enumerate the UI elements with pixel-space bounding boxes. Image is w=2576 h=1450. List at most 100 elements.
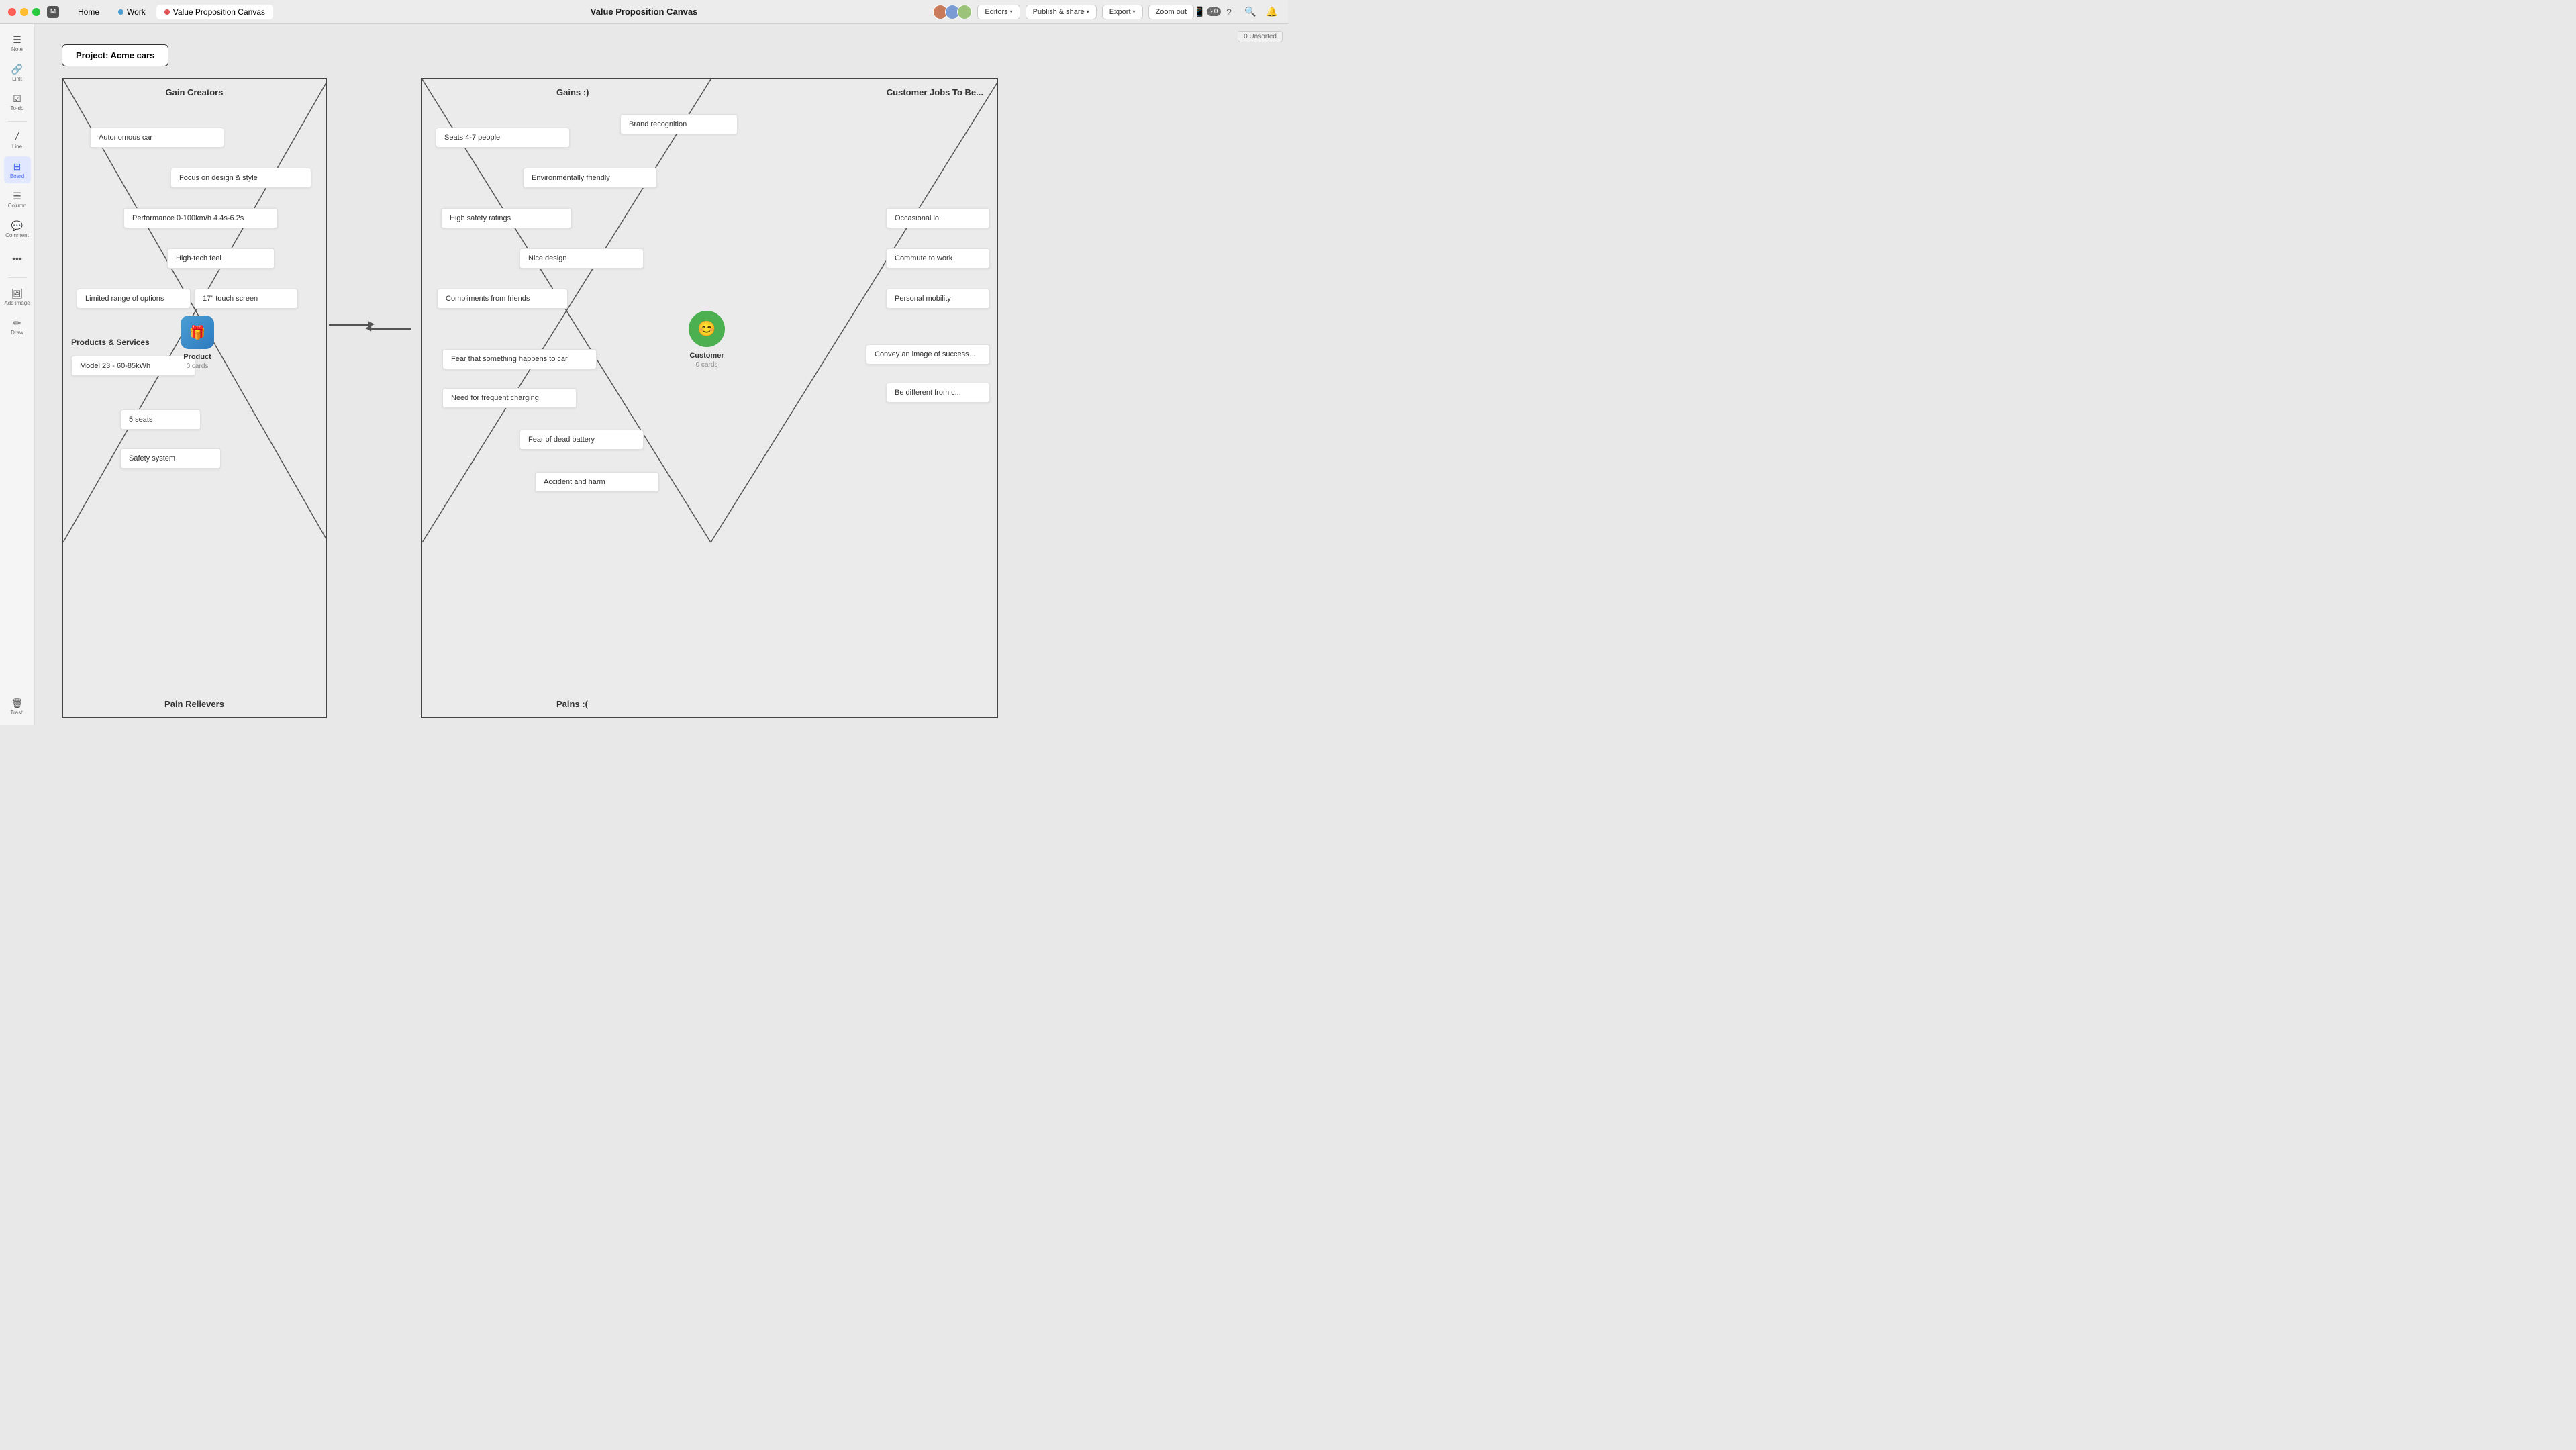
customer-icon-label: Customer [674, 352, 740, 360]
trash-icon: 🗑 [11, 697, 23, 709]
link-icon: 🔗 [11, 64, 23, 75]
tab-canvas[interactable]: Value Proposition Canvas [156, 5, 273, 19]
sidebar-item-todo[interactable]: ☑ To-do [4, 89, 31, 115]
sidebar-bottom: 🗑 Trash [4, 693, 31, 720]
card-env-friendly[interactable]: Environmentally friendly [523, 168, 657, 188]
card-limited-range[interactable]: Limited range of options [77, 289, 191, 309]
sidebar-item-comment[interactable]: 💬 Comment [4, 215, 31, 242]
sidebar-item-draw[interactable]: ✏ Draw [4, 313, 31, 340]
product-icon-label: Product [167, 353, 228, 361]
sidebar-item-line[interactable]: / Line [4, 127, 31, 154]
canvas-tab-label: Value Proposition Canvas [173, 7, 265, 17]
card-convey-image[interactable]: Convey an image of success... [866, 344, 990, 365]
card-personal-mobility[interactable]: Personal mobility [886, 289, 990, 309]
draw-icon: ✏ [13, 318, 21, 329]
publish-chevron-icon: ▾ [1087, 9, 1089, 15]
card-nice-design[interactable]: Nice design [519, 248, 644, 269]
canvas-area[interactable]: Project: Acme cars 0 Unsorted Gain Creat… [35, 24, 1288, 725]
line-icon: / [15, 131, 18, 143]
sidebar-item-board[interactable]: ⊞ Board [4, 156, 31, 183]
sidebar-separator-1 [8, 121, 27, 122]
work-tab-label: Work [127, 7, 146, 17]
window-controls [8, 8, 40, 16]
sidebar-item-trash[interactable]: 🗑 Trash [4, 693, 31, 720]
unsorted-badge[interactable]: 0 Unsorted [1238, 31, 1283, 42]
card-dead-battery[interactable]: Fear of dead battery [519, 430, 644, 450]
sidebar-item-column[interactable]: ☰ Column [4, 186, 31, 213]
project-label[interactable]: Project: Acme cars [62, 44, 168, 66]
card-fear-something[interactable]: Fear that something happens to car [442, 349, 597, 369]
products-services-label: Products & Services [71, 338, 150, 347]
app-icon: M [47, 6, 59, 18]
search-icon[interactable]: 🔍 [1242, 4, 1258, 20]
card-autonomous-car[interactable]: Autonomous car [90, 128, 224, 148]
add-image-icon: 🖼 [11, 288, 23, 299]
arrow-right: ▶ [329, 324, 369, 326]
sidebar: ☰ Note 🔗 Link ☑ To-do / Line ⊞ Board ☰ C… [0, 24, 35, 725]
sidebar-separator-2 [8, 277, 27, 278]
sidebar-item-note[interactable]: ☰ Note [4, 30, 31, 56]
customer-icon[interactable]: 😊 [689, 311, 725, 347]
arrow-left-head: ◀ [365, 323, 371, 332]
page-title: Value Proposition Canvas [591, 7, 698, 17]
export-chevron-icon: ▾ [1133, 9, 1136, 15]
sidebar-item-more[interactable]: ••• [4, 245, 31, 272]
card-compliments[interactable]: Compliments from friends [437, 289, 568, 309]
work-tab-dot [118, 9, 123, 15]
card-frequent-charging[interactable]: Need for frequent charging [442, 388, 577, 408]
note-icon: ☰ [13, 34, 21, 46]
card-high-safety[interactable]: High safety ratings [441, 208, 572, 228]
customer-icon-count: 0 cards [674, 361, 740, 369]
product-icon[interactable]: 🎁 [181, 316, 214, 349]
customer-icon-symbol: 😊 [697, 320, 715, 338]
card-commute[interactable]: Commute to work [886, 248, 990, 269]
pains-label: Pains :( [556, 699, 588, 709]
main-layout: ☰ Note 🔗 Link ☑ To-do / Line ⊞ Board ☰ C… [0, 24, 1288, 725]
gains-label: Gains :) [556, 87, 589, 97]
todo-icon: ☑ [13, 93, 21, 105]
card-focus-design[interactable]: Focus on design & style [170, 168, 311, 188]
card-accident-harm[interactable]: Accident and harm [535, 472, 659, 492]
customer-jobs-label: Customer Jobs To Be... [887, 87, 983, 97]
home-tab-label: Home [78, 7, 99, 17]
card-occasional[interactable]: Occasional lo... [886, 208, 990, 228]
titlebar: M Home Work Value Proposition Canvas Val… [0, 0, 1288, 24]
publish-share-button[interactable]: Publish & share ▾ [1026, 5, 1097, 19]
board-icon: ⊞ [13, 161, 21, 173]
comment-icon: 💬 [11, 220, 23, 232]
customer-box: Gains :) Pains :( Customer Jobs To Be...… [421, 78, 998, 718]
product-icon-count: 0 cards [167, 362, 228, 370]
close-window-button[interactable] [8, 8, 16, 16]
editors-chevron-icon: ▾ [1010, 9, 1013, 15]
pain-relievers-label: Pain Relievers [128, 699, 262, 709]
card-touch-screen[interactable]: 17" touch screen [194, 289, 298, 309]
more-icon: ••• [12, 253, 22, 264]
canvas-container: Gain Creators Pain Relievers Products & … [62, 78, 1283, 718]
card-seats-4-7[interactable]: Seats 4-7 people [436, 128, 570, 148]
product-icon-symbol: 🎁 [189, 324, 206, 341]
editors-button[interactable]: Editors ▾ [977, 5, 1020, 19]
card-brand-recognition[interactable]: Brand recognition [620, 114, 738, 134]
sidebar-item-add-image[interactable]: 🖼 Add image [4, 283, 31, 310]
export-button[interactable]: Export ▾ [1102, 5, 1143, 19]
maximize-window-button[interactable] [32, 8, 40, 16]
toolbar-right: Editors ▾ Publish & share ▾ Export ▾ Zoo… [936, 4, 1280, 20]
device-icon[interactable]: 📱20 [1199, 4, 1216, 20]
product-box: Gain Creators Pain Relievers Products & … [62, 78, 327, 718]
card-performance[interactable]: Performance 0-100km/h 4.4s-6.2s [123, 208, 278, 228]
tab-home[interactable]: Home [70, 5, 107, 19]
card-5seats[interactable]: 5 seats [120, 409, 201, 430]
notifications-icon[interactable]: 🔔 [1264, 4, 1280, 20]
tab-work[interactable]: Work [110, 5, 154, 19]
zoom-out-button[interactable]: Zoom out [1148, 5, 1194, 19]
sidebar-item-link[interactable]: 🔗 Link [4, 59, 31, 86]
card-be-different[interactable]: Be different from c... [886, 383, 990, 403]
canvas-tab-dot [164, 9, 170, 15]
card-high-tech[interactable]: High-tech feel [167, 248, 275, 269]
card-safety-system[interactable]: Safety system [120, 448, 221, 469]
minimize-window-button[interactable] [20, 8, 28, 16]
help-icon[interactable]: ? [1221, 4, 1237, 20]
avatar-3 [957, 5, 972, 19]
editors-avatars [936, 5, 972, 19]
column-icon: ☰ [13, 191, 21, 202]
